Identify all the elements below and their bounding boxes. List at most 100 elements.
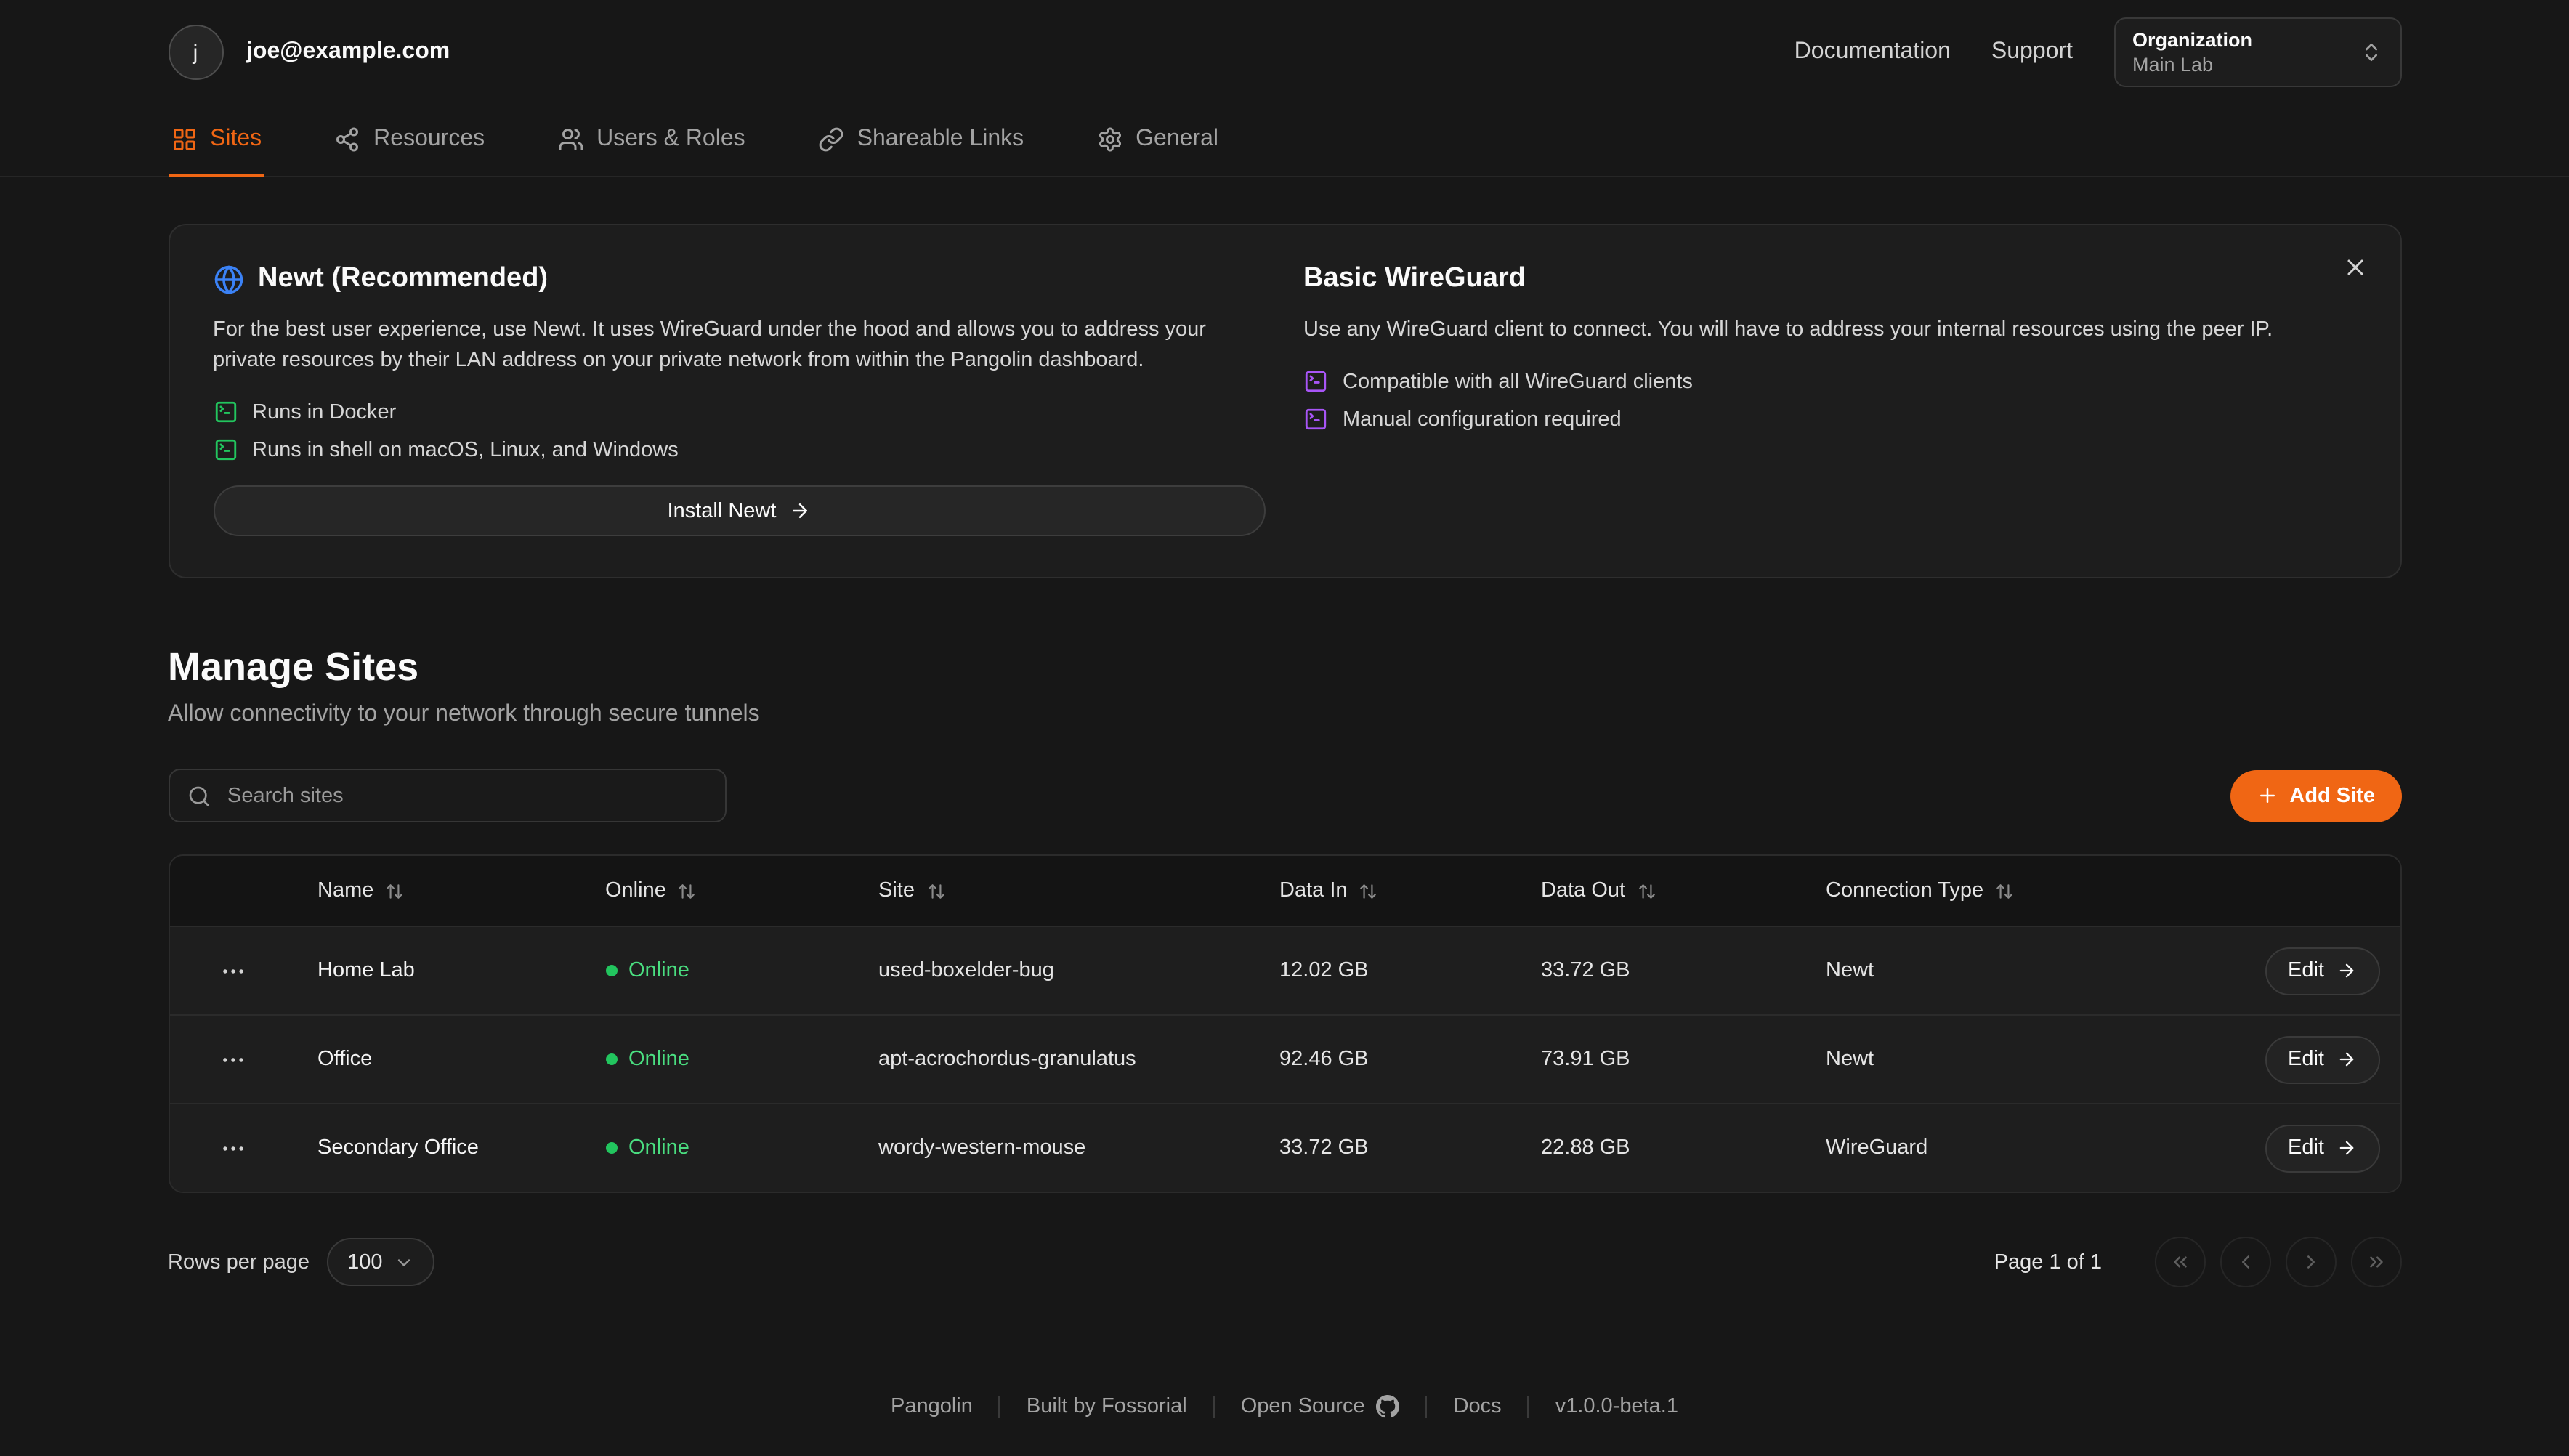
main-content: Newt (Recommended) For the best user exp… [168,224,2401,1456]
tab-resources[interactable]: Resources [331,105,487,177]
close-icon [2342,254,2368,280]
users-icon [557,126,583,153]
footer: Pangolin Built by Fossorial Open Source … [168,1395,2401,1456]
cell-connection-type: WireGuard [1805,1136,2182,1160]
edit-button[interactable]: Edit [2265,947,2379,995]
wireguard-description: Use any WireGuard client to connect. You… [1303,315,2338,346]
row-menu-button[interactable] [214,951,253,990]
column-header-site[interactable]: Site [858,879,1259,902]
footer-fossorial-link[interactable]: Built by Fossorial [1027,1395,1187,1418]
nav-documentation[interactable]: Documentation [1795,39,1951,65]
tab-users-roles[interactable]: Users & Roles [554,105,748,177]
row-menu-button[interactable] [214,1128,253,1168]
gear-icon [1096,126,1122,153]
search-input[interactable] [224,782,707,809]
search-box [168,769,726,822]
cell-connection-type: Newt [1805,1048,2182,1071]
user-menu: j joe@example.com [168,25,450,80]
table-row: Office Online apt-acrochordus-granulatus… [169,1014,2400,1103]
sites-table: Name Online Site Data In Data Out [168,854,2401,1193]
footer-brand: Pangolin [891,1395,973,1418]
close-button[interactable] [2336,248,2374,291]
topbar-right: Documentation Support Organization Main … [1795,17,2401,87]
column-header-data-in[interactable]: Data In [1259,879,1521,902]
newt-section: Newt (Recommended) For the best user exp… [213,260,1266,536]
connection-methods-card: Newt (Recommended) For the best user exp… [168,224,2401,578]
pagination-prev-button[interactable] [2220,1237,2270,1287]
pagination: Rows per page 100 Page 1 of 1 [168,1237,2401,1287]
column-header-connection-type[interactable]: Connection Type [1805,879,2182,902]
status-badge: Online [585,1048,858,1071]
status-badge: Online [585,959,858,982]
cell-site: apt-acrochordus-granulatus [858,1048,1259,1071]
globe-icon [213,264,243,294]
cell-data-out: 73.91 GB [1521,1048,1805,1071]
page-status: Page 1 of 1 [1994,1250,2102,1274]
tab-shareable-links[interactable]: Shareable Links [815,105,1027,177]
resources-icon [334,126,360,153]
footer-docs-link[interactable]: Docs [1454,1395,1502,1418]
nav-support[interactable]: Support [1991,39,2073,65]
wireguard-feature-item: Compatible with all WireGuard clients [1303,369,2356,394]
tab-general[interactable]: General [1093,105,1221,177]
sort-icon [678,881,697,900]
pagination-first-button[interactable] [2154,1237,2205,1287]
ellipsis-icon [219,957,247,984]
avatar[interactable]: j [168,25,223,80]
cell-data-out: 22.88 GB [1521,1136,1805,1160]
table-row: Secondary Office Online wordy-western-mo… [169,1103,2400,1192]
status-dot [605,1053,617,1065]
chevron-right-icon [2299,1251,2321,1273]
add-site-button[interactable]: Add Site [2230,769,2401,822]
tab-sites[interactable]: Sites [168,105,264,177]
install-newt-button[interactable]: Install Newt [213,485,1266,536]
pagination-next-button[interactable] [2285,1237,2336,1287]
newt-feature-item: Runs in Docker [213,400,1266,424]
arrow-right-icon [2336,1049,2356,1069]
search-icon [187,784,210,807]
edit-button[interactable]: Edit [2265,1124,2379,1172]
sort-icon [926,881,945,900]
edit-button[interactable]: Edit [2265,1035,2379,1083]
org-selector-value: Main Lab [2132,54,2252,76]
cell-name: Secondary Office [297,1136,585,1160]
rows-per-page: Rows per page 100 [168,1238,434,1286]
pagination-last-button[interactable] [2350,1237,2401,1287]
wireguard-title-row: Basic WireGuard [1303,263,2356,295]
cell-data-in: 92.46 GB [1259,1048,1521,1071]
cell-data-out: 33.72 GB [1521,959,1805,982]
arrow-right-icon [789,500,811,522]
cell-data-in: 12.02 GB [1259,959,1521,982]
footer-divider [999,1396,1000,1417]
org-selector-label: Organization [2132,29,2252,51]
grid-icon [171,126,197,153]
cell-site: used-boxelder-bug [858,959,1259,982]
wireguard-feature-item: Manual configuration required [1303,407,2356,432]
page-subtitle: Allow connectivity to your network throu… [168,702,2401,728]
rows-per-page-select[interactable]: 100 [327,1238,434,1286]
footer-open-source-link[interactable]: Open Source [1241,1395,1400,1418]
plus-icon [2256,785,2278,806]
status-dot [605,1142,617,1154]
newt-feature-item: Runs in shell on macOS, Linux, and Windo… [213,437,1266,462]
topbar: j joe@example.com Documentation Support … [0,0,2569,177]
column-header-name[interactable]: Name [297,879,585,902]
footer-divider [1213,1396,1215,1417]
chevron-down-icon [394,1252,414,1272]
org-selector[interactable]: Organization Main Lab [2113,17,2401,87]
arrow-right-icon [2336,960,2356,981]
terminal-icon [1303,369,1328,394]
column-header-online[interactable]: Online [585,879,858,902]
row-menu-button[interactable] [214,1040,253,1079]
status-badge: Online [585,1136,858,1160]
cell-data-in: 33.72 GB [1259,1136,1521,1160]
rows-per-page-label: Rows per page [168,1250,310,1274]
footer-divider [1426,1396,1428,1417]
main-tabs: Sites Resources Users & Roles Shareable … [0,105,2569,177]
user-email: joe@example.com [246,39,450,65]
status-dot [605,965,617,976]
newt-title: Newt (Recommended) [258,263,548,295]
newt-description: For the best user experience, use Newt. … [213,315,1247,376]
column-header-data-out[interactable]: Data Out [1521,879,1805,902]
github-icon [1377,1395,1400,1418]
